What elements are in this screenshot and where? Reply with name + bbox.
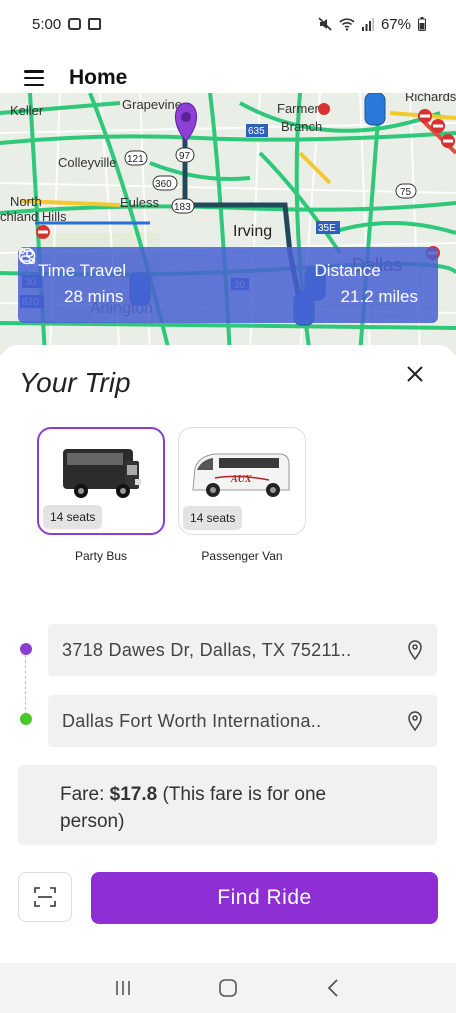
system-nav-bar [0, 963, 456, 1013]
fare-label: Fare: [60, 784, 110, 805]
fare-box: Fare: $17.8 (This fare is for one person… [18, 765, 437, 845]
pickup-value: 3718 Dawes Dr, Dallas, TX 75211.. [62, 639, 352, 660]
distance-label: Distance [314, 261, 381, 280]
map-label: North [10, 194, 42, 209]
map-label: 75 [400, 187, 412, 198]
pickup-dot [20, 643, 32, 655]
map-label: 360 [155, 179, 172, 190]
fare-amount: $17.8 [109, 784, 158, 805]
vehicle-name: Passenger Van [201, 549, 283, 563]
trip-title: Your Trip [19, 367, 131, 398]
map-label: Colleyville [58, 155, 117, 170]
find-ride-button[interactable]: Find Ride [91, 872, 438, 924]
route-connector [25, 655, 26, 715]
seat-count-badge: 14 seats [43, 505, 103, 529]
location-pin-icon[interactable] [407, 640, 423, 660]
car-marker [364, 93, 386, 126]
time-travel-label: Time Travel [38, 261, 127, 280]
seat-count-badge: 14 seats [183, 506, 243, 530]
map-label: Branch [281, 119, 322, 134]
page-title: Home [69, 66, 128, 89]
recent-apps-icon[interactable] [108, 973, 138, 1003]
mute-icon [318, 17, 332, 31]
signal-icon [361, 17, 374, 31]
map-label: 183 [174, 202, 191, 213]
map-label: 97 [179, 151, 191, 162]
map-label: chland Hills [0, 209, 67, 224]
status-time: 5:00 [32, 15, 62, 33]
scan-button[interactable] [18, 872, 72, 922]
map-label: Keller [10, 103, 44, 118]
map-label: Grapevine [122, 97, 182, 112]
battery-percent: 67% [380, 15, 411, 33]
route-icon [18, 247, 36, 265]
battery-icon [418, 17, 426, 31]
scan-icon [34, 887, 56, 907]
distance-value: 21.2 miles [340, 287, 418, 306]
back-icon[interactable] [318, 973, 348, 1003]
close-icon[interactable] [404, 363, 426, 385]
route-map[interactable]: Keller Grapevine Farmers Branch Richards… [0, 93, 456, 355]
pickup-field[interactable]: 3718 Dawes Dr, Dallas, TX 75211.. [48, 624, 437, 676]
map-label: 121 [127, 154, 144, 165]
map-label: Irving [233, 223, 272, 240]
dropoff-value: Dallas Fort Worth Internationa.. [62, 710, 322, 731]
home-icon[interactable] [213, 973, 243, 1003]
trip-sheet: Your Trip 14 seats Party Bus AUX 14 seat… [0, 345, 456, 965]
route-info-card: Time Travel 28 mins Distance 21.2 miles [18, 247, 438, 323]
time-travel-value: 28 mins [64, 287, 124, 306]
dropoff-dot [20, 713, 32, 725]
menu-icon[interactable] [24, 70, 44, 86]
map-label: Richards [405, 93, 456, 104]
status-bar: 5:00 67% [0, 0, 456, 48]
svg-text:AUX: AUX [230, 474, 252, 485]
dropoff-field[interactable]: Dallas Fort Worth Internationa.. [48, 695, 437, 747]
vehicle-card-passenger-van[interactable]: AUX 14 seats [178, 427, 306, 535]
message-icon [68, 18, 82, 30]
gallery-icon [88, 18, 102, 30]
app-header: Home [0, 58, 456, 98]
map-label: Euless [120, 195, 160, 210]
vehicle-name: Party Bus [74, 549, 128, 563]
location-pin-icon[interactable] [407, 711, 423, 731]
wifi-icon [339, 17, 355, 31]
map-label: 635 [248, 126, 265, 137]
vehicle-card-party-bus[interactable]: 14 seats [37, 427, 165, 535]
map-label: 35E [318, 223, 336, 234]
